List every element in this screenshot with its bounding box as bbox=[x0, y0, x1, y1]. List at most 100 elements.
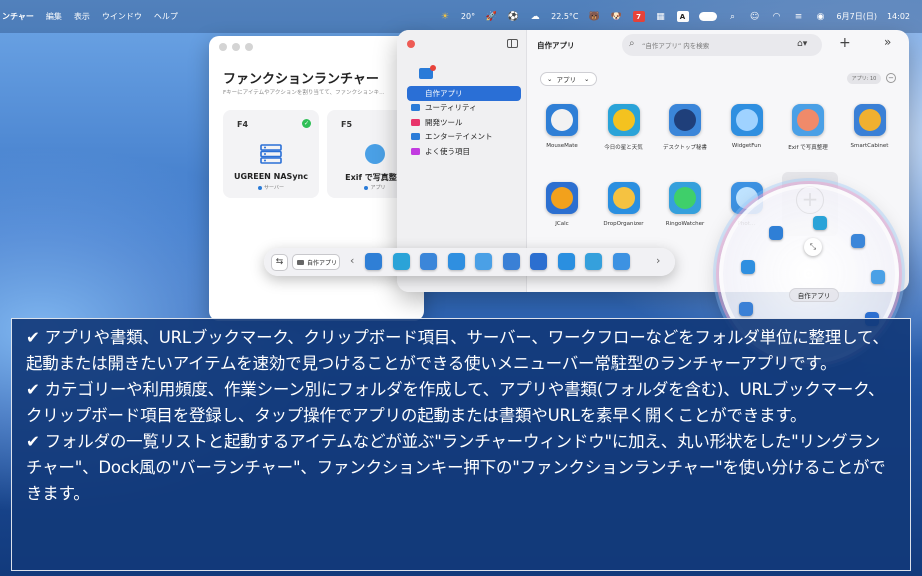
weather-temp[interactable]: 20° bbox=[461, 12, 475, 21]
function-card-name: UGREEN NASync bbox=[234, 172, 308, 181]
menubar-time[interactable]: 14:02 bbox=[887, 12, 910, 21]
app-label: Exif で写真整理 bbox=[788, 145, 828, 151]
bar-app-icon[interactable] bbox=[475, 253, 492, 270]
bar-app-icon[interactable] bbox=[612, 253, 630, 270]
siri-icon[interactable]: ◉ bbox=[815, 11, 827, 23]
sidebar-item-folder[interactable]: 開発ツール bbox=[407, 115, 521, 130]
search-icon[interactable]: ⌕ bbox=[727, 11, 739, 23]
bar-app-icon[interactable] bbox=[502, 253, 520, 270]
function-launcher-title: ファンクションランチャー bbox=[223, 72, 379, 87]
calendar-icon[interactable]: 7 bbox=[632, 11, 645, 22]
app-item[interactable]: JCalc bbox=[532, 182, 592, 227]
sort-label: アプリ bbox=[556, 76, 576, 84]
cloud-icon[interactable]: ☁ bbox=[529, 11, 541, 23]
bar-app-icon[interactable] bbox=[447, 253, 465, 270]
app-item[interactable]: デスクトップ秘書 bbox=[655, 104, 715, 151]
zoom-button[interactable] bbox=[245, 43, 253, 51]
bar-app-icon[interactable] bbox=[365, 253, 382, 270]
wifi-icon[interactable]: ◠ bbox=[771, 11, 783, 23]
sidebar-item-folder[interactable]: ユーティリティ bbox=[407, 101, 521, 116]
app-label: WidgetFun bbox=[731, 143, 762, 149]
menu-app-name[interactable]: ンチャー bbox=[2, 11, 34, 22]
bar-app-icon[interactable] bbox=[557, 253, 575, 270]
app-icon bbox=[853, 104, 886, 136]
bear-icon[interactable]: 🐻 bbox=[589, 11, 601, 23]
ring-app-icon[interactable] bbox=[739, 302, 753, 316]
menu-window[interactable]: ウインドウ bbox=[102, 11, 142, 22]
app-item[interactable]: MouseMate bbox=[532, 104, 592, 149]
tag-icon[interactable]: ⌂▾ bbox=[797, 39, 807, 49]
description-paragraph: ✔ カテゴリーや利用頻度、作業シーン別にフォルダを作成して、アプリや書類(フォル… bbox=[26, 380, 885, 425]
bar-app-icon[interactable] bbox=[392, 253, 410, 270]
sidebar-item-folder[interactable]: よく使う項目 bbox=[407, 144, 521, 159]
app-item[interactable]: WidgetFun bbox=[717, 104, 777, 149]
battery-icon[interactable] bbox=[698, 12, 717, 21]
ring-app-icon[interactable] bbox=[851, 234, 865, 248]
chevron-down-icon: ⌄ bbox=[583, 75, 590, 83]
close-button[interactable] bbox=[407, 40, 415, 48]
function-card-f4[interactable]: F4 ✓ UGREEN NASync サーバー bbox=[223, 110, 319, 198]
bar-folder-button[interactable]: 自作アプリ bbox=[292, 254, 340, 270]
dog-icon[interactable]: 🐶 bbox=[611, 11, 623, 23]
soccer-icon[interactable]: ⚽ bbox=[507, 11, 519, 23]
app-icon-glyph bbox=[674, 187, 696, 209]
sidebar-toggle-icon[interactable] bbox=[507, 39, 518, 48]
ring-app-icon[interactable] bbox=[769, 226, 783, 240]
menu-edit[interactable]: 編集 bbox=[46, 11, 62, 22]
chevron-left-icon[interactable]: ‹ bbox=[350, 254, 354, 267]
sidebar-item-folder[interactable]: エンターテイメント bbox=[407, 130, 521, 145]
ring-folder-label[interactable]: 自作アプリ bbox=[789, 288, 839, 302]
app-grid-row-1: MouseMate 今日の星と天気 デスクトップ秘書 WidgetFun Exif で写… bbox=[527, 104, 909, 180]
app-item[interactable]: 今日の星と天気 bbox=[594, 104, 654, 151]
grid-icon[interactable]: ▦ bbox=[655, 11, 667, 23]
app-item[interactable]: RingoWatcher bbox=[655, 182, 715, 227]
expand-icon[interactable]: » bbox=[884, 35, 891, 49]
menubar-date[interactable]: 6月7日(日) bbox=[837, 11, 877, 22]
app-item[interactable]: SmartCabinet bbox=[840, 104, 900, 149]
chevron-down-icon: ⌄ bbox=[547, 75, 553, 83]
search-input[interactable]: “自作アプリ” 内を検索 bbox=[622, 34, 822, 56]
photo-app-icon bbox=[365, 144, 385, 164]
close-button[interactable] bbox=[219, 43, 227, 51]
bar-app-icon[interactable] bbox=[530, 253, 547, 270]
input-mode-icon[interactable]: A bbox=[676, 11, 689, 22]
app-icon bbox=[669, 104, 701, 136]
shrink-icon[interactable]: ⤡ bbox=[804, 238, 822, 256]
user-icon[interactable]: ☺ bbox=[749, 11, 761, 23]
app-label: デスクトップ秘書 bbox=[662, 145, 707, 151]
rocket-icon[interactable]: 🚀 bbox=[485, 11, 497, 23]
chevron-right-icon[interactable]: › bbox=[656, 254, 660, 267]
sort-dropdown[interactable]: ⌄ アプリ ⌄ bbox=[540, 72, 597, 86]
bar-launcher: ⇆ 自作アプリ ‹ › bbox=[264, 248, 675, 276]
menu-help[interactable]: ヘルプ bbox=[154, 11, 178, 22]
function-launcher-subtitle: Fキーにアイテムやアクションを割り当てて、ファンクションキ… bbox=[223, 90, 385, 96]
minimize-button[interactable] bbox=[232, 43, 240, 51]
folder-icon bbox=[297, 259, 304, 265]
bar-app-icon[interactable] bbox=[585, 253, 602, 270]
temperature-readout[interactable]: 22.5°C bbox=[551, 12, 578, 21]
item-count-badge: アプリ: 10 bbox=[847, 73, 881, 84]
app-item[interactable]: Exif で写真整理 bbox=[778, 104, 838, 151]
server-icon bbox=[260, 144, 282, 164]
app-label: DropOrganizer bbox=[603, 221, 644, 227]
app-icon-glyph bbox=[674, 109, 696, 131]
menu-view[interactable]: 表示 bbox=[74, 11, 90, 22]
control-center-icon[interactable]: ≡ bbox=[793, 11, 805, 23]
app-item[interactable]: DropOrganizer bbox=[594, 182, 654, 227]
sun-icon[interactable]: ☀ bbox=[439, 11, 451, 23]
ring-app-icon[interactable] bbox=[813, 216, 827, 230]
app-icon-glyph bbox=[858, 109, 881, 131]
folder-badge-icon[interactable] bbox=[419, 65, 436, 79]
add-button[interactable]: + bbox=[839, 35, 851, 51]
remove-button[interactable]: − bbox=[886, 73, 896, 83]
ring-app-icon[interactable] bbox=[741, 260, 755, 274]
bar-app-icon[interactable] bbox=[420, 253, 437, 270]
ring-app-icon[interactable] bbox=[871, 270, 885, 284]
app-icon-glyph bbox=[551, 187, 573, 209]
sidebar-item-label: よく使う項目 bbox=[425, 146, 470, 156]
app-label: JCalc bbox=[555, 221, 569, 227]
sidebar-item-label: エンターテイメント bbox=[425, 132, 493, 142]
sidebar-item-folder[interactable]: 自作アプリ bbox=[407, 86, 521, 101]
swap-icon[interactable]: ⇆ bbox=[271, 254, 288, 271]
app-icon-glyph bbox=[612, 187, 635, 209]
